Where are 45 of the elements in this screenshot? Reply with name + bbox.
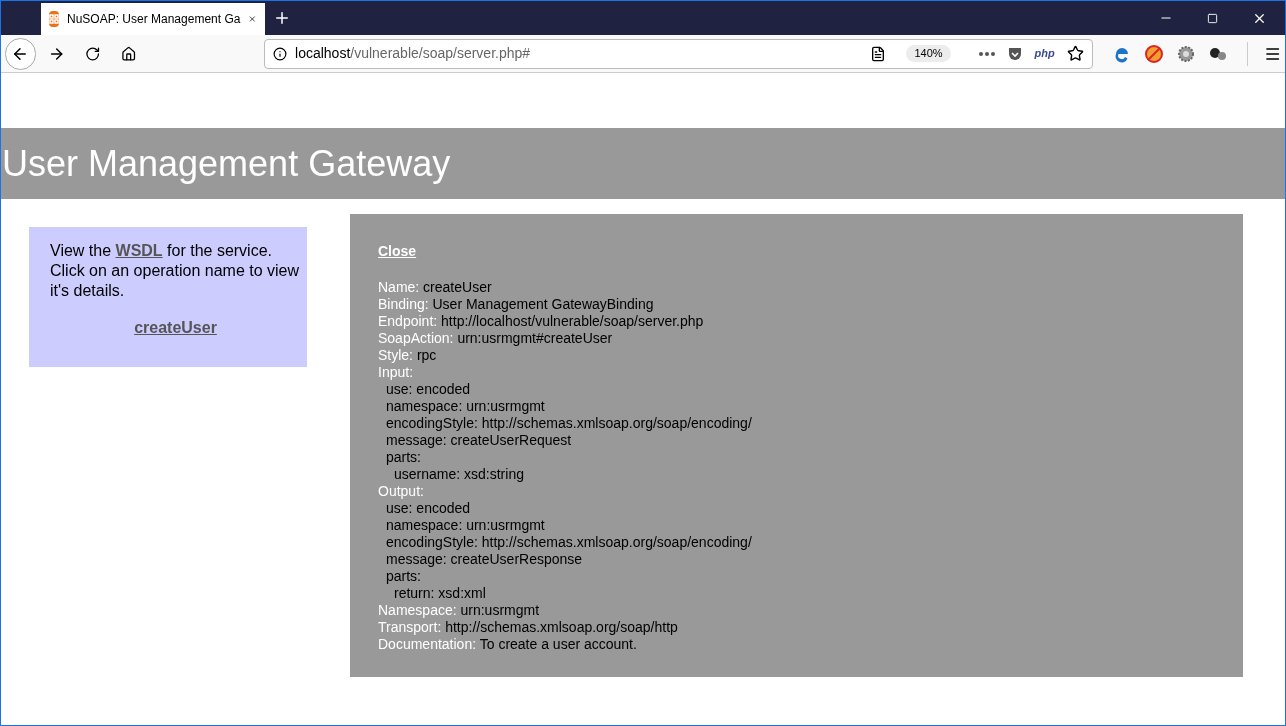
more-actions-icon[interactable] (978, 51, 995, 56)
tab-favicon-icon (49, 11, 59, 27)
zoom-level[interactable]: 140% (906, 45, 951, 62)
php-extension-label[interactable]: php (1034, 45, 1055, 62)
detail-line: Documentation: To create a user account. (378, 636, 638, 653)
detail-line: use: encoded (385, 500, 472, 517)
detail-line: Binding: User Management GatewayBinding (378, 296, 655, 313)
bookmark-star-icon[interactable] (1066, 45, 1084, 62)
pocket-icon[interactable] (1006, 45, 1023, 62)
page-title: User Management Gateway (1, 145, 451, 182)
home-icon[interactable] (120, 45, 137, 62)
url-text: localhost/vulnerable/soap/server.php# (295, 44, 531, 63)
detail-line: username: xsd:string (393, 466, 525, 483)
wsdl-link[interactable]: WSDL (115, 242, 163, 259)
new-tab-icon[interactable] (273, 9, 291, 27)
detail-line: Namespace: urn:usrmgmt (378, 602, 541, 619)
intro-text: View the WSDL for the service. Click on an operation name to view it's details. (50, 241, 301, 301)
browser-tab[interactable]: NuSOAP: User Management Ga (41, 3, 265, 35)
detail-line: return: xsd:xml (393, 585, 487, 602)
back-button[interactable] (5, 37, 36, 70)
detail-line: Endpoint: http://localhost/vulnerable/soap/server.php (378, 313, 705, 330)
tab-title: NuSOAP: User Management Ga (67, 11, 241, 28)
operation-link[interactable]: createUser (134, 316, 217, 340)
detail-line: SoapAction: urn:usrmgmt#createUser (378, 330, 614, 347)
detail-line: message: createUserResponse (385, 551, 584, 568)
reader-view-icon[interactable] (870, 45, 887, 62)
detail-line: Input: (378, 364, 415, 381)
detail-line: parts: (385, 568, 422, 585)
reload-icon[interactable] (85, 45, 101, 62)
detail-line: Output: (378, 483, 425, 500)
detail-line: Name: createUser (378, 279, 493, 296)
detail-line: Transport: http://schemas.xmlsoap.org/soap/http (378, 619, 679, 636)
detail-line: namespace: urn:usrmgmt (385, 517, 546, 534)
detail-line: encodingStyle: http://schemas.xmlsoap.org/soap/encoding/ (385, 415, 753, 432)
detail-line: use: encoded (385, 381, 472, 398)
detail-line: message: createUserRequest (385, 432, 573, 449)
detail-line: encodingStyle: http://schemas.xmlsoap.org/soap/encoding/ (385, 534, 753, 551)
detail-line: parts: (385, 449, 422, 466)
detail-line: Style: rpc (378, 347, 438, 364)
detail-line: namespace: urn:usrmgmt (385, 398, 546, 415)
url-field[interactable]: localhost/vulnerable/soap/server.php# 140% php (264, 38, 1093, 69)
gear-icon[interactable] (1176, 44, 1195, 63)
maximize-icon[interactable] (1207, 12, 1218, 24)
blocked-extension-icon[interactable] (1144, 44, 1163, 63)
info-icon[interactable] (273, 46, 288, 61)
